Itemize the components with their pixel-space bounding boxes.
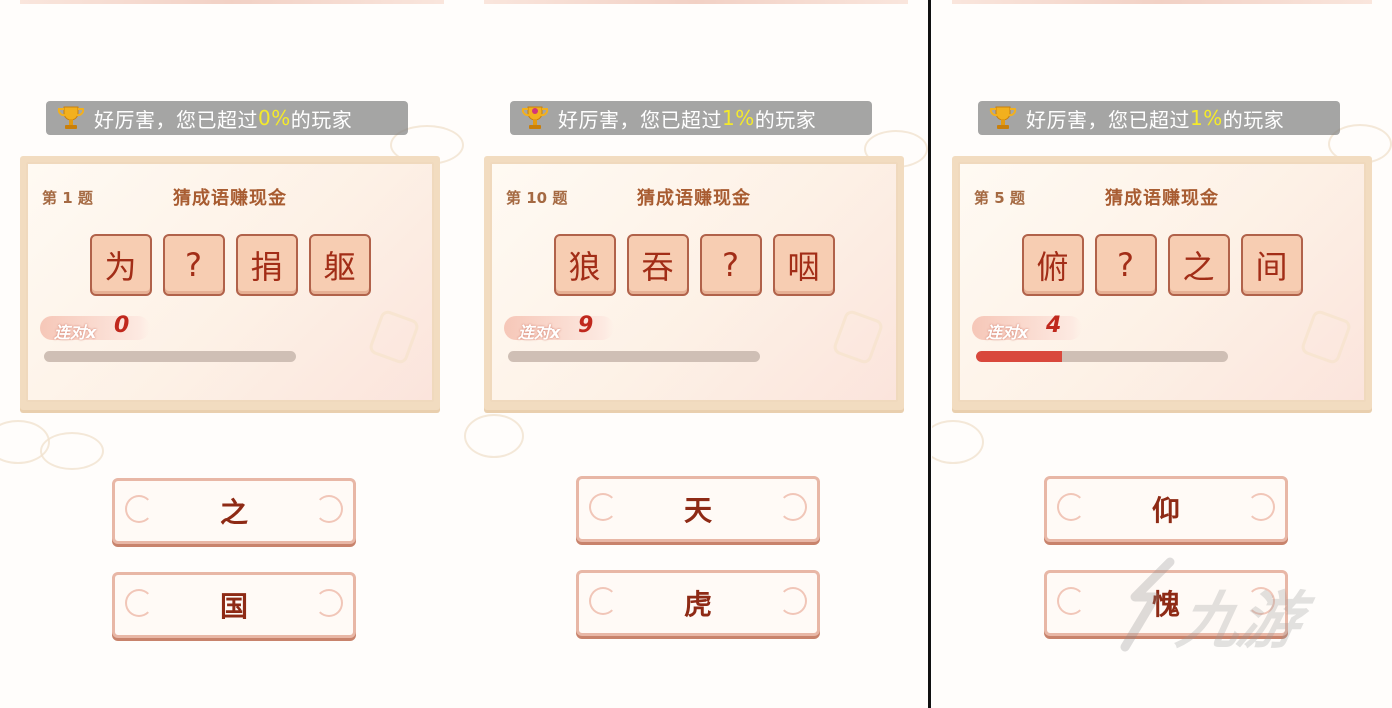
- card-title: 猜成语赚现金: [637, 188, 751, 209]
- swirl-ornament-icon: [779, 587, 807, 615]
- idiom-tiles: 俯 ? 之 间: [960, 234, 1364, 296]
- answer-option-button[interactable]: 天: [576, 476, 820, 542]
- idiom-tile: 间: [1240, 234, 1303, 296]
- question-card: 第 1 题 猜成语赚现金 为 ? 捐 躯 连对x 0: [20, 156, 440, 410]
- progress-bar: [44, 351, 296, 362]
- swirl-ornament-icon: [1057, 587, 1085, 615]
- idiom-tile: 俯: [1021, 234, 1084, 296]
- card-decoration: [831, 308, 885, 366]
- answer-option-label: 国: [219, 590, 248, 623]
- banner-suffix: 的玩家: [290, 107, 353, 132]
- answer-option-label: 愧: [1151, 588, 1180, 621]
- idiom-tile: 之: [1167, 234, 1230, 296]
- progress-bar: [508, 351, 760, 362]
- answer-option-button[interactable]: 国: [112, 572, 356, 638]
- top-strip: [484, 0, 908, 4]
- idiom-tile-blank: ?: [162, 234, 225, 296]
- answer-option-button[interactable]: 愧: [1044, 570, 1288, 636]
- idiom-tile-blank: ?: [699, 234, 762, 296]
- card-title: 猜成语赚现金: [1105, 188, 1219, 209]
- answer-option-label: 天: [683, 494, 712, 527]
- idiom-tile-blank: ?: [1094, 234, 1157, 296]
- answer-option-label: 之: [219, 496, 248, 529]
- rank-banner: 好厉害，您已超过 1% 的玩家: [510, 101, 872, 135]
- combo-label: 连对x: [54, 323, 97, 342]
- combo-streak: 连对x 4: [972, 313, 1082, 342]
- idiom-tile: 狼: [553, 234, 616, 296]
- top-strip: [20, 0, 444, 4]
- combo-streak: 连对x 0: [40, 313, 150, 342]
- game-screen-3: 好厉害，您已超过 1% 的玩家 第 5 题 猜成语赚现金 俯 ? 之 间 连对x 4…: [932, 0, 1392, 708]
- banner-percent: 1%: [1190, 106, 1223, 130]
- idiom-tiles: 为 ? 捐 躯: [28, 234, 432, 296]
- trophy-icon: [988, 103, 1018, 133]
- swirl-ornament-icon: [1247, 587, 1275, 615]
- idiom-tile: 咽: [772, 234, 835, 296]
- banner-prefix: 好厉害，您已超过: [1026, 107, 1190, 132]
- trophy-icon: [520, 103, 550, 133]
- idiom-tile: 为: [89, 234, 152, 296]
- card-decoration: [1299, 308, 1353, 366]
- combo-count: 0: [114, 313, 130, 338]
- banner-prefix: 好厉害，您已超过: [558, 107, 722, 132]
- card-decoration: [367, 308, 421, 366]
- cloud-decoration: [932, 420, 984, 464]
- idiom-tile: 吞: [626, 234, 689, 296]
- answer-option-button[interactable]: 仰: [1044, 476, 1288, 542]
- swirl-ornament-icon: [1247, 493, 1275, 521]
- rank-banner: 好厉害，您已超过 1% 的玩家: [978, 101, 1340, 135]
- idiom-tile: 捐: [235, 234, 298, 296]
- answer-option-label: 虎: [683, 588, 712, 621]
- combo-count: 4: [1046, 313, 1062, 338]
- trophy-icon: [56, 103, 86, 133]
- card-title: 猜成语赚现金: [173, 188, 287, 209]
- progress-fill: [976, 351, 1062, 362]
- top-strip: [952, 0, 1372, 4]
- question-card: 第 10 题 猜成语赚现金 狼 吞 ? 咽 连对x 9: [484, 156, 904, 410]
- combo-streak: 连对x 9: [504, 313, 614, 342]
- combo-label: 连对x: [518, 323, 561, 342]
- answer-option-button[interactable]: 之: [112, 478, 356, 544]
- idiom-tile: 躯: [308, 234, 371, 296]
- swirl-ornament-icon: [315, 589, 343, 617]
- answer-option-label: 仰: [1151, 494, 1180, 527]
- progress-bar: [976, 351, 1228, 362]
- cloud-decoration: [40, 432, 104, 470]
- banner-prefix: 好厉害，您已超过: [94, 107, 258, 132]
- banner-percent: 0%: [258, 106, 291, 130]
- swirl-ornament-icon: [125, 589, 153, 617]
- cloud-decoration: [464, 414, 524, 458]
- combo-label: 连对x: [986, 323, 1029, 342]
- swirl-ornament-icon: [125, 495, 153, 523]
- banner-suffix: 的玩家: [754, 107, 817, 132]
- game-screen-1: 好厉害，您已超过 0% 的玩家 第 1 题 猜成语赚现金 为 ? 捐 躯 连对x 0…: [0, 0, 464, 708]
- banner-percent: 1%: [722, 106, 755, 130]
- game-screen-2: 好厉害，您已超过 1% 的玩家 第 10 题 猜成语赚现金 狼 吞 ? 咽 连对x …: [464, 0, 928, 708]
- banner-suffix: 的玩家: [1222, 107, 1285, 132]
- swirl-ornament-icon: [589, 493, 617, 521]
- panel-divider: [928, 0, 931, 708]
- idiom-tiles: 狼 吞 ? 咽: [492, 234, 896, 296]
- swirl-ornament-icon: [589, 587, 617, 615]
- combo-count: 9: [578, 313, 594, 338]
- answer-option-button[interactable]: 虎: [576, 570, 820, 636]
- swirl-ornament-icon: [779, 493, 807, 521]
- question-card: 第 5 题 猜成语赚现金 俯 ? 之 间 连对x 4: [952, 156, 1372, 410]
- rank-banner: 好厉害，您已超过 0% 的玩家: [46, 101, 408, 135]
- swirl-ornament-icon: [1057, 493, 1085, 521]
- swirl-ornament-icon: [315, 495, 343, 523]
